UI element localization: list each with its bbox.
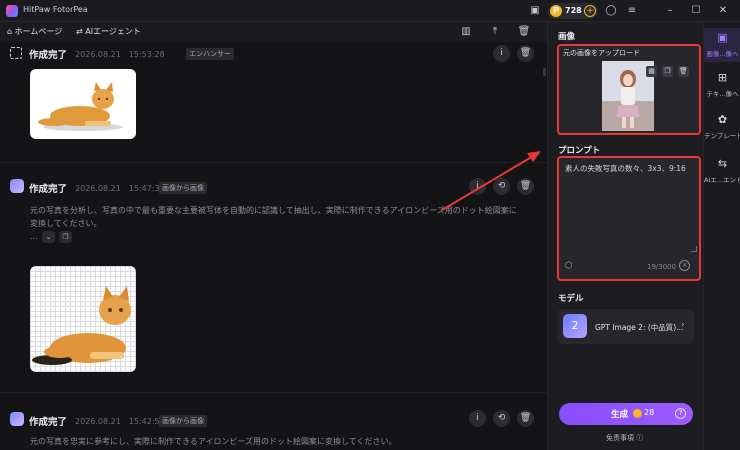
prompt-textarea[interactable]: 素人の失敗写真の数々、3x3、9:16 ⬡ 19/3000 × (557, 156, 701, 281)
book-icon[interactable]: ▥ (459, 25, 473, 39)
history-feed[interactable]: 作成完了 2026.08.21 15:53:28 エンハンサー i 🗑 作成完了… (0, 42, 547, 450)
rail-label: AIエ...エント (704, 176, 740, 184)
title-bar: HitPaw FotorPea ▣ P 728 + ◯ ≡ – ☐ ✕ (0, 0, 740, 22)
rail-image-to-image[interactable]: ▣ 画像...像へ (704, 28, 740, 62)
expand-icon[interactable]: ⌄ (42, 231, 55, 243)
minimize-icon[interactable]: – (663, 4, 677, 18)
rail-ai-agent[interactable]: ⇆ AIエ...エント (704, 154, 740, 188)
result-image[interactable] (30, 266, 136, 372)
top-toolbar: ⌂ ホームページ ⇄ AIエージェント ▥ ⤒ 🗑 (0, 22, 547, 42)
info-button[interactable]: i (469, 178, 486, 195)
info-icon: ⓘ (636, 434, 644, 442)
ai-agent-label: AIエージェント (85, 27, 141, 36)
coin-icon: P (550, 5, 562, 17)
home-button[interactable]: ⌂ ホームページ (7, 26, 62, 37)
home-label: ホームページ (14, 27, 63, 36)
model-selector[interactable]: 2 GPT Image 2: (中品質)... › (557, 309, 694, 344)
result-image[interactable] (30, 69, 136, 139)
prompt-value: 素人の失敗写真の数々、3x3、9:16 (565, 164, 686, 173)
model-name: GPT Image 2: (中品質)... (595, 323, 684, 332)
generate-cost: 28 (644, 408, 655, 417)
entry-title: 作成完了 (29, 50, 68, 61)
coin-count: 728 (565, 6, 582, 15)
text-image-icon: ⊞ (717, 71, 728, 84)
home-icon: ⌂ (7, 27, 13, 36)
rail-text-to-image[interactable]: ⊞ テキ...像へ (704, 68, 740, 102)
account-icon[interactable]: ◯ (604, 4, 618, 18)
upload-top-icon[interactable]: ⤒ (488, 25, 502, 39)
trash-icon[interactable]: 🗑 (517, 25, 531, 39)
maximize-icon[interactable]: ☐ (689, 4, 703, 18)
coin-icon (633, 409, 642, 418)
generate-label: 生成 (611, 410, 629, 420)
generate-button[interactable]: 生成 28 ? (559, 403, 693, 425)
app-title: HitPaw FotorPea (23, 5, 88, 14)
chevron-right-icon: › (681, 320, 685, 330)
scrollbar-thumb[interactable] (543, 68, 546, 76)
divider (0, 392, 547, 393)
cube-icon[interactable]: ⬡ (565, 261, 573, 271)
image-heading: 画像 (558, 32, 576, 42)
clear-icon[interactable]: × (679, 260, 690, 271)
swap-icon: ⇄ (76, 27, 83, 36)
entry-tag: 画像から画像 (159, 415, 207, 427)
model-heading: モデル (558, 294, 584, 304)
copy-icon[interactable]: ❐ (59, 231, 72, 243)
entry-prompt: 元の写真を分析し、写真の中で最も重要な主要被写体を自動的に認識して抽出し、実際に… (30, 204, 540, 230)
image-to-image-icon (10, 412, 24, 426)
rail-templates[interactable]: ✿ テンプレート (704, 110, 740, 144)
app-logo-icon (6, 5, 18, 17)
entry-tag: エンハンサー (186, 48, 234, 60)
delete-button[interactable]: 🗑 (517, 178, 534, 195)
gift-icon[interactable]: ▣ (528, 4, 542, 18)
char-count: 19/3000 (647, 263, 677, 271)
delete-button[interactable]: 🗑 (517, 45, 534, 62)
prompt-heading: プロンプト (558, 146, 601, 156)
prompt-line: 変換してください。 (30, 219, 102, 228)
entry-title: 作成完了 (29, 184, 68, 195)
image-to-image-icon (10, 179, 24, 193)
disclaimer-link[interactable]: 免责事項 ⓘ (606, 433, 643, 443)
add-coins-icon[interactable]: + (584, 5, 596, 17)
disclaimer-label: 免责事項 (606, 434, 634, 442)
help-icon[interactable]: ? (675, 408, 686, 419)
upload-label: 元の画像をアップロード (563, 49, 640, 57)
entry-date: 2026.08.21 15:42:57 (75, 417, 165, 426)
pixel-cat-image (32, 286, 131, 365)
image-icon: ▣ (717, 31, 728, 44)
prompt-line: 元の写真を分析し、写真の中で最も重要な主要被写体を自動的に認識して抽出し、実際に… (30, 206, 517, 215)
rail-label: テンプレート (704, 132, 740, 140)
entry-date: 2026.08.21 15:53:28 (75, 50, 165, 59)
entry-tag: 画像から画像 (159, 182, 207, 194)
templates-icon: ✿ (717, 113, 728, 126)
divider (0, 162, 547, 163)
model-thumb: 2 (563, 314, 587, 338)
delete-button[interactable]: 🗑 (517, 410, 534, 427)
cat-image (38, 82, 123, 131)
resize-handle-icon[interactable] (691, 246, 697, 252)
regenerate-button[interactable]: ⟲ (493, 410, 510, 427)
info-button[interactable]: i (493, 45, 510, 62)
enhancer-icon (10, 47, 22, 59)
entry-date: 2026.08.21 15:47:35 (75, 184, 165, 193)
ellipsis-text: ... (30, 232, 38, 241)
replace-image-icon[interactable]: ❐ (662, 66, 673, 77)
entry-prompt: 元の写真を忠実に参考にし、実際に制作できるアイロンビーズ用のドット絵図案に変換し… (30, 437, 397, 446)
upload-area[interactable]: 元の画像をアップロード ▦ ❐ 🗑 (557, 44, 701, 135)
rail-label: 画像...像へ (706, 50, 739, 58)
agent-icon: ⇆ (717, 157, 728, 170)
tool-rail: ▣ 画像...像へ ⊞ テキ...像へ ✿ テンプレート ⇆ AIエ...エント (703, 22, 740, 450)
ai-agent-button[interactable]: ⇄ AIエージェント (76, 26, 141, 37)
menu-icon[interactable]: ≡ (625, 4, 639, 18)
delete-image-icon[interactable]: 🗑 (678, 66, 689, 77)
edit-image-icon[interactable]: ▦ (646, 66, 657, 77)
regenerate-button[interactable]: ⟲ (493, 178, 510, 195)
info-button[interactable]: i (469, 410, 486, 427)
rail-label: テキ...像へ (706, 90, 739, 98)
entry-title: 作成完了 (29, 417, 68, 428)
close-icon[interactable]: ✕ (716, 4, 730, 18)
coin-balance[interactable]: P 728 + (548, 3, 598, 19)
